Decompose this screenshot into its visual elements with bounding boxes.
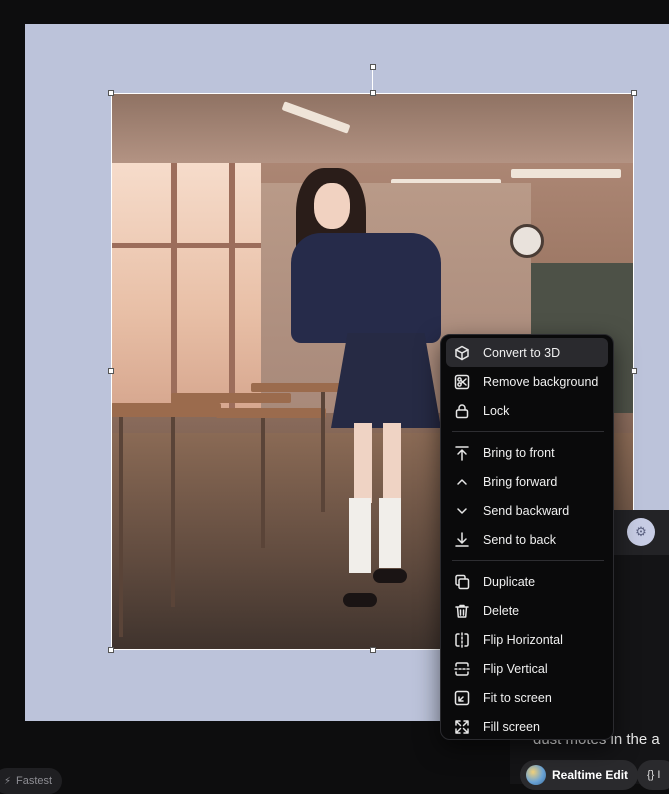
menu-item-bring-forward[interactable]: Bring forward (446, 467, 608, 496)
menu-item-delete[interactable]: Delete (446, 596, 608, 625)
speed-selector[interactable]: ⚡ Fastest (0, 768, 63, 794)
lock-icon (454, 403, 470, 419)
menu-item-label: Lock (483, 403, 510, 418)
image-person-shoe (373, 569, 407, 583)
flip-horizontal-icon (454, 631, 470, 648)
cube-icon (454, 345, 470, 361)
chevron-up-icon (454, 474, 470, 490)
image-ceiling (111, 93, 634, 163)
image-desk-leg (321, 392, 325, 512)
image-window-frame (229, 163, 235, 413)
menu-item-label: Delete (483, 603, 520, 618)
image-desk (216, 408, 326, 418)
image-ceiling-lamp (511, 169, 621, 178)
resize-handle-top[interactable] (370, 90, 376, 96)
flip-vertical-icon (454, 661, 470, 677)
menu-item-label: Remove background (483, 374, 599, 389)
menu-item-send-to-back[interactable]: Send to back (446, 525, 608, 554)
scissors-icon (454, 374, 470, 390)
menu-item-label: Bring to front (483, 445, 555, 460)
image-person-leg (354, 423, 372, 503)
image-desk-leg (119, 417, 123, 637)
image-person-uniform (291, 233, 441, 343)
arrow-up-to-line-icon (454, 445, 470, 461)
menu-item-label: Fit to screen (483, 690, 552, 705)
copy-icon (454, 574, 470, 590)
image-desk (251, 383, 341, 392)
image-person-shoe (343, 593, 377, 607)
image-person-sock (379, 498, 401, 568)
menu-item-label: Send to back (483, 532, 556, 547)
menu-item-convert-to-3d[interactable]: Convert to 3D (446, 338, 608, 367)
menu-item-fill-screen[interactable]: Fill screen (446, 712, 608, 741)
menu-item-label: Flip Vertical (483, 661, 548, 676)
image-desk-leg (261, 418, 265, 548)
code-button-label: {} I (647, 769, 661, 781)
image-person-skirt (331, 333, 441, 428)
menu-item-label: Send backward (483, 503, 570, 518)
menu-item-label: Duplicate (483, 574, 536, 589)
lightning-icon: ⚡ (4, 775, 12, 787)
resize-handle-top-left[interactable] (108, 90, 114, 96)
image-person-sock (349, 498, 371, 573)
image-person-face (314, 183, 350, 229)
image-window-frame (171, 163, 177, 413)
menu-item-bring-to-front[interactable]: Bring to front (446, 438, 608, 467)
resize-handle-left[interactable] (108, 368, 114, 374)
resize-handle-bottom-left[interactable] (108, 647, 114, 653)
trash-icon (454, 603, 470, 619)
menu-item-duplicate[interactable]: Duplicate (446, 567, 608, 596)
menu-item-label: Convert to 3D (483, 345, 561, 360)
menu-item-send-backward[interactable]: Send backward (446, 496, 608, 525)
menu-separator (452, 431, 604, 432)
realtime-edit-label: Realtime Edit (552, 768, 629, 782)
image-person-leg (383, 423, 401, 503)
arrow-down-to-line-icon (454, 531, 470, 548)
realtime-edit-button[interactable]: Realtime Edit (520, 760, 639, 790)
menu-item-label: Bring forward (483, 474, 558, 489)
context-menu: Convert to 3D Remove background Lock Bri… (440, 334, 614, 740)
speed-selector-label: Fastest (16, 775, 53, 787)
rotation-handle[interactable] (370, 64, 376, 70)
menu-item-remove-background[interactable]: Remove background (446, 367, 608, 396)
chevron-down-icon (454, 503, 470, 519)
fit-screen-icon (454, 690, 470, 706)
menu-item-fit-to-screen[interactable]: Fit to screen (446, 683, 608, 712)
menu-item-flip-vertical[interactable]: Flip Vertical (446, 654, 608, 683)
image-window (111, 163, 261, 413)
menu-item-lock[interactable]: Lock (446, 396, 608, 425)
globe-icon (526, 765, 546, 785)
menu-separator (452, 560, 604, 561)
image-window-frame (111, 243, 261, 248)
code-button[interactable]: {} I (637, 760, 669, 790)
menu-item-label: Fill screen (483, 719, 540, 734)
resize-handle-top-right[interactable] (631, 90, 637, 96)
image-desk (111, 403, 221, 417)
image-desk-leg (171, 417, 175, 607)
resize-handle-right[interactable] (631, 368, 637, 374)
expand-icon (454, 719, 470, 735)
image-desk (171, 393, 291, 403)
menu-item-flip-horizontal[interactable]: Flip Horizontal (446, 625, 608, 654)
chat-avatar-icon[interactable]: ⚙ (627, 518, 655, 546)
menu-item-label: Flip Horizontal (483, 632, 563, 647)
image-wall-clock (510, 224, 544, 258)
resize-handle-bottom[interactable] (370, 647, 376, 653)
